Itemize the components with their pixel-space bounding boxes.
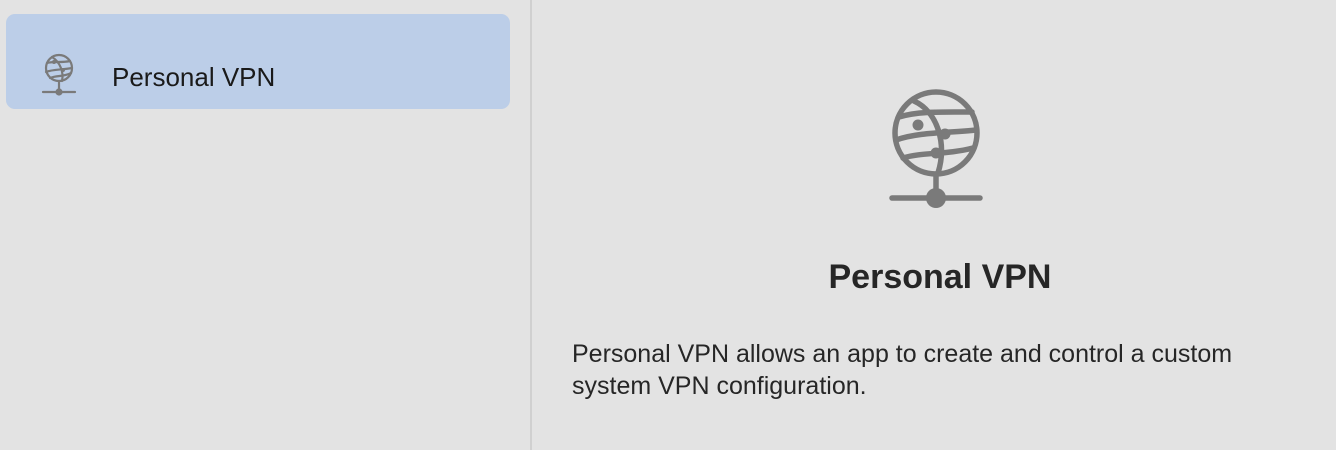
detail-pane: Personal VPN Personal VPN allows an app … bbox=[532, 0, 1336, 450]
page-title: Personal VPN bbox=[828, 258, 1052, 296]
globe-network-icon bbox=[888, 88, 984, 212]
sidebar-item-label: Personal VPN bbox=[112, 62, 276, 92]
description-text: Personal VPN allows an app to create and… bbox=[572, 340, 1233, 400]
sidebar: Personal VPN bbox=[0, 0, 530, 450]
sidebar-item-personal-vpn[interactable]: Personal VPN bbox=[6, 14, 510, 109]
globe-network-icon bbox=[40, 52, 78, 98]
